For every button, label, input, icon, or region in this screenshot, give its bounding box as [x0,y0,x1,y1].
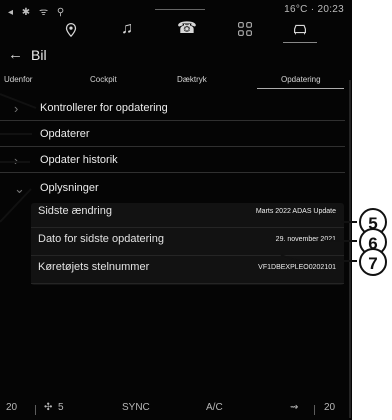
detail-row-vin: Køretøjets stelnummer VF1DBEXPLEO0202101 [31,259,344,284]
category-tabs: Udenfor Cockpit Dæktryk Opdatering [0,74,352,90]
fan-level[interactable]: 5 [58,402,64,413]
information-details-panel: Sidste ændring Marts 2022 ADAS Update Da… [31,203,344,285]
tab-daektryk[interactable]: Dæktryk [177,74,207,90]
menu-item-information[interactable]: ⌄ Oplysninger [0,178,352,202]
menu-separator [0,146,345,147]
car-icon[interactable] [283,16,317,44]
detail-label: Køretøjets stelnummer [38,261,150,273]
seat-heat-icon[interactable]: ⇝ [290,402,298,413]
sync-button[interactable]: SYNC [122,402,150,413]
menu-item-check-updates[interactable]: › Kontrollerer for opdatering [0,98,352,122]
ac-button[interactable]: A/C [206,402,223,413]
status-divider [155,9,205,10]
detail-label: Dato for sidste opdatering [38,233,164,245]
active-nav-indicator [283,42,317,43]
infotainment-screen: ◂ ✱ ᯤ ⚲ 16°C · 20:23 ♫ ☎ ← Bil Udenfor C… [0,0,352,420]
detail-value: 29. november 2021 [275,236,336,243]
right-temperature[interactable]: 20 [324,402,335,413]
car-icon-shape [294,24,306,35]
menu-separator [0,120,345,121]
detail-row-update-date: Dato for sidste opdatering 29. november … [31,231,344,256]
location-icon-shape [65,22,77,38]
menu-item-label: Opdaterer [40,128,90,140]
music-icon[interactable]: ♫ [110,16,144,44]
menu-item-update-history[interactable]: › Opdater historik [0,150,352,174]
temperature-text: 16°C [284,4,308,15]
time-text: 20:23 [317,4,344,15]
climate-bar: 20 ✣ 5 SYNC A/C ⇝ 20 [0,400,352,420]
menu-separator [0,172,345,173]
tab-udenfor[interactable]: Udenfor [4,74,32,90]
callout-number-7: 7 [359,248,387,276]
scrollbar[interactable] [349,80,351,418]
detail-value: Marts 2022 ADAS Update [255,208,336,215]
menu-item-label: Kontrollerer for opdatering [40,102,168,114]
bottom-divider [314,405,315,415]
menu-item-label: Opdater historik [40,154,118,166]
detail-value: VF1DBEXPLEO0202101 [258,264,336,271]
phone-icon[interactable]: ☎ [170,16,204,44]
bottom-divider [35,405,36,415]
chevron-down-icon: ⌄ [14,181,25,196]
page-title: Bil [31,47,47,63]
chevron-right-icon: › [14,101,19,116]
apps-icon[interactable] [228,16,262,44]
location-icon[interactable] [54,16,88,44]
status-right: 16°C · 20:23 [284,4,344,15]
tab-cockpit[interactable]: Cockpit [90,74,117,90]
detail-row-last-change: Sidste ændring Marts 2022 ADAS Update [31,203,344,228]
left-temperature[interactable]: 20 [6,402,17,413]
chevron-right-icon: › [14,153,19,168]
detail-label: Sidste ændring [38,205,112,217]
main-navigation: ♫ ☎ [0,16,352,44]
title-bar: ← Bil [0,46,352,66]
fan-icon[interactable]: ✣ [44,402,52,413]
menu-item-label: Oplysninger [40,182,99,194]
menu-item-updating[interactable]: Opdaterer [0,124,352,148]
apps-icon-shape [238,22,252,36]
active-tab-indicator [257,88,344,89]
back-arrow-icon[interactable]: ← [8,46,24,64]
